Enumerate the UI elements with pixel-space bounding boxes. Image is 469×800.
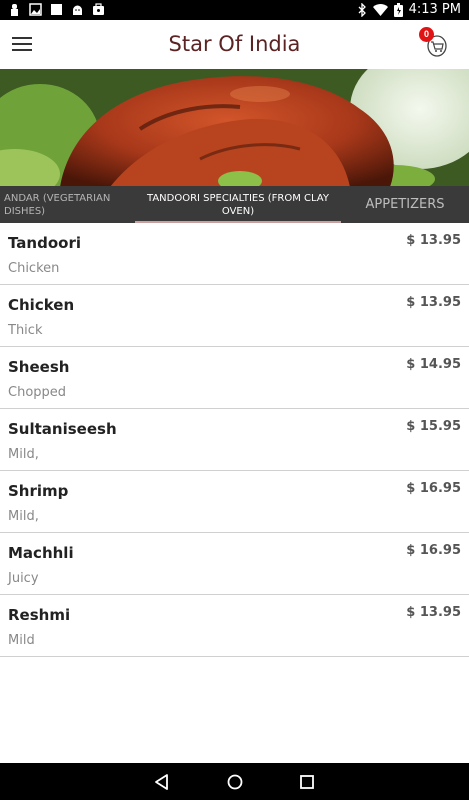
item-name: Shrimp (8, 482, 69, 500)
wifi-icon (372, 4, 388, 16)
briefcase-icon (93, 3, 104, 15)
status-time: 4:13 PM (408, 2, 461, 17)
item-name: Machhli (8, 544, 74, 562)
square-icon (51, 4, 62, 15)
item-description: Juicy (8, 571, 39, 586)
item-description: Chopped (8, 385, 67, 400)
item-name: Chicken (8, 296, 75, 314)
item-description: Mild, (8, 447, 39, 462)
item-name: Reshmi (8, 606, 71, 624)
app-title: Star Of India (168, 32, 301, 56)
status-bar: 4:13 PM (0, 0, 469, 20)
list-item[interactable]: Shrimp Mild, $ 16.95 (0, 471, 469, 533)
item-price: $ 16.95 (406, 481, 461, 496)
android-icon (73, 5, 82, 15)
list-item[interactable]: Tandoori Chicken $ 13.95 (0, 223, 469, 285)
item-description: Thick (8, 323, 43, 338)
recents-icon[interactable] (297, 772, 317, 792)
cart-count-badge: 0 (419, 27, 434, 42)
item-description: Chicken (8, 261, 60, 276)
item-name: Sheesh (8, 358, 70, 376)
list-item[interactable]: Machhli Juicy $ 16.95 (0, 533, 469, 595)
tab-tandoori-specialties[interactable]: TANDOORI SPECIALTIES (FROM CLAY OVEN) (135, 186, 341, 223)
home-icon[interactable] (225, 772, 245, 792)
list-item[interactable]: Chicken Thick $ 13.95 (0, 285, 469, 347)
item-price: $ 14.95 (406, 357, 461, 372)
tandoori-chicken-image (0, 69, 469, 187)
battery-icon (393, 2, 403, 17)
item-name: Tandoori (8, 234, 81, 252)
item-price: $ 13.95 (406, 233, 461, 248)
app-bar: Star Of India (0, 20, 469, 69)
status-left-icons (8, 3, 105, 16)
list-item[interactable]: Sultaniseesh Mild, $ 15.95 (0, 409, 469, 471)
tab-appetizers[interactable]: APPETIZERS (341, 186, 469, 223)
item-price: $ 16.95 (406, 543, 461, 558)
item-price: $ 13.95 (406, 605, 461, 620)
list-item[interactable]: Sheesh Chopped $ 14.95 (0, 347, 469, 409)
notification-icon (11, 4, 18, 16)
tab-andar-vegetarian[interactable]: ANDAR (VEGETARIAN DISHES) (0, 186, 135, 223)
item-description: Mild (8, 633, 35, 648)
menu-item-list: Tandoori Chicken $ 13.95 Chicken Thick $… (0, 223, 469, 657)
item-price: $ 13.95 (406, 295, 461, 310)
hero-food-image (0, 69, 469, 187)
item-price: $ 15.95 (406, 419, 461, 434)
list-item[interactable]: Reshmi Mild $ 13.95 (0, 595, 469, 657)
item-name: Sultaniseesh (8, 420, 117, 438)
back-icon[interactable] (152, 772, 172, 792)
bluetooth-icon (358, 2, 366, 17)
category-tabs: ANDAR (VEGETARIAN DISHES) TANDOORI SPECI… (0, 186, 469, 223)
image-icon (29, 3, 42, 16)
item-description: Mild, (8, 509, 39, 524)
status-right: 4:13 PM (357, 2, 461, 17)
system-navigation-bar (0, 763, 469, 800)
